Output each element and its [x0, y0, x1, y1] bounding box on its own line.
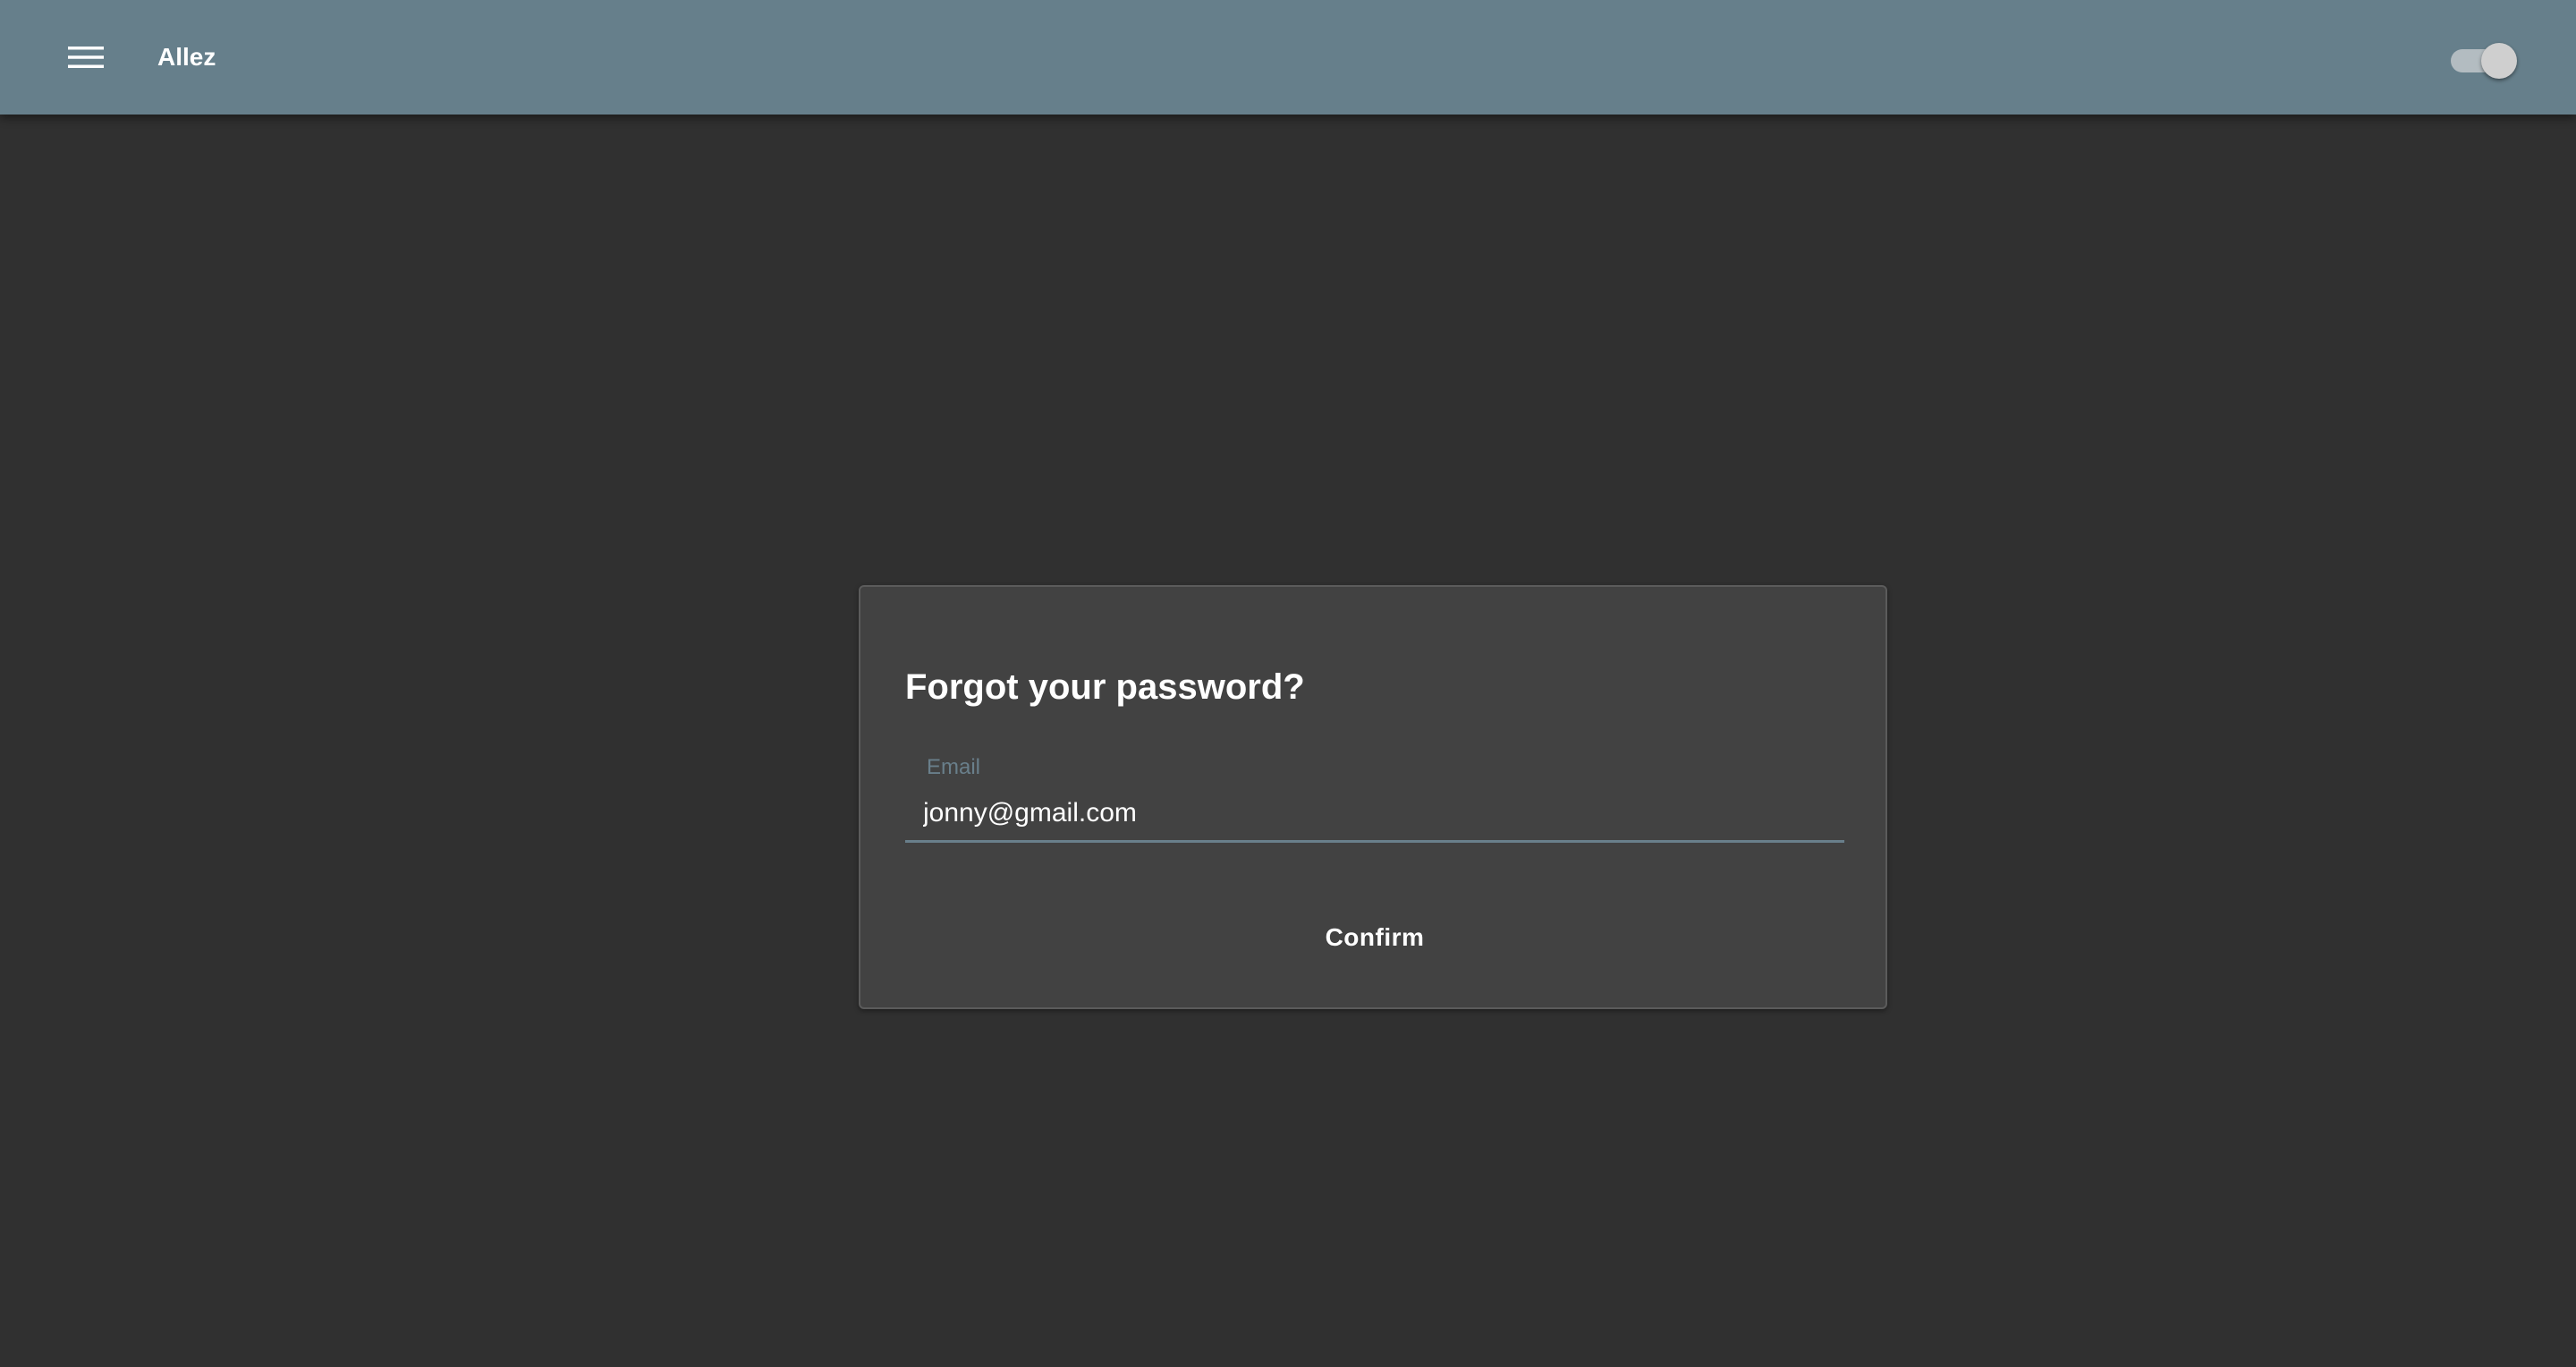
hamburger-menu-icon: [68, 47, 104, 68]
app-title: Allez: [157, 43, 216, 71]
toggle-thumb: [2481, 43, 2517, 79]
email-field: Email: [905, 757, 1844, 846]
menu-button[interactable]: [52, 29, 120, 86]
card-title: Forgot your password?: [905, 667, 1305, 707]
theme-toggle-switch[interactable]: [2447, 36, 2519, 79]
email-label: Email: [927, 755, 981, 779]
main-content: Forgot your password? Email Confirm: [0, 115, 2576, 1367]
confirm-button[interactable]: Confirm: [1250, 909, 1500, 966]
forgot-password-card: Forgot your password? Email Confirm: [859, 585, 1887, 1009]
app-bar: Allez: [0, 0, 2576, 115]
email-input[interactable]: [905, 785, 1844, 843]
